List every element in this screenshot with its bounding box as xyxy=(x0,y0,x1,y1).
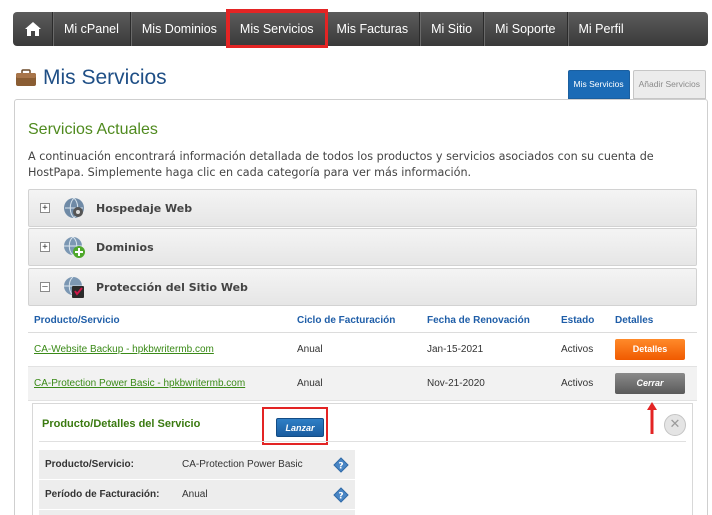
close-icon[interactable]: ✕ xyxy=(664,414,686,436)
renewal-date: Jan-15-2021 xyxy=(427,344,484,355)
status-text: Activos xyxy=(561,378,594,389)
col-estado: Estado xyxy=(561,315,595,326)
col-producto-servicio: Producto/Servicio xyxy=(34,315,120,326)
page-header: Mis Servicios xyxy=(15,66,167,90)
home-icon xyxy=(24,22,41,36)
accordion-label: Protección del Sitio Web xyxy=(96,280,248,294)
help-icon[interactable]: ? xyxy=(333,457,349,473)
nav-item-mi-cpanel[interactable]: Mi cPanel xyxy=(53,12,131,46)
col-detalles: Detalles xyxy=(615,315,654,326)
details-row: Producto/Servicio: CA-Protection Power B… xyxy=(39,450,355,480)
nav-item-mi-sitio[interactable]: Mi Sitio xyxy=(420,12,485,46)
expand-toggle[interactable]: + xyxy=(40,203,50,213)
nav-item-mi-soporte[interactable]: Mi Soporte xyxy=(484,12,568,46)
details-label: Período de Facturación: xyxy=(45,489,160,500)
details-button[interactable]: Detalles xyxy=(615,339,685,360)
tab-anadir-servicios[interactable]: Añadir Servicios xyxy=(632,70,706,99)
nav-item-mis-dominios[interactable]: Mis Dominios xyxy=(131,12,229,46)
status-text: Activos xyxy=(561,344,594,355)
product-link[interactable]: CA-Website Backup - hpkbwritermb.com xyxy=(28,344,297,355)
details-label: Producto/Servicio: xyxy=(45,459,134,470)
svg-text:?: ? xyxy=(338,462,343,472)
globe-gear-icon xyxy=(64,197,84,219)
accordion-proteccion-sitio-web[interactable]: – Protección del Sitio Web xyxy=(28,268,697,306)
accordion-hospedaje-web[interactable]: + Hospedaje Web xyxy=(28,189,697,227)
svg-text:?: ? xyxy=(338,492,343,502)
table-header: Producto/Servicio Ciclo de Facturación F… xyxy=(28,309,697,333)
nav-item-mis-facturas[interactable]: Mis Facturas xyxy=(326,12,421,46)
globe-shield-icon xyxy=(64,276,84,298)
billing-cycle: Anual xyxy=(297,378,323,389)
accordion-dominios[interactable]: + Dominios xyxy=(28,228,697,266)
section-title: Servicios Actuales xyxy=(28,121,158,138)
table-row: CA-Website Backup - hpkbwritermb.com Anu… xyxy=(28,333,697,367)
nav-item-mi-perfil[interactable]: Mi Perfil xyxy=(568,12,635,46)
collapse-toggle[interactable]: – xyxy=(40,282,50,292)
service-details-panel: Producto/Detalles del Servicio Lanzar ✕ … xyxy=(32,403,693,515)
home-button[interactable] xyxy=(13,12,53,46)
briefcase-icon xyxy=(16,69,36,86)
details-row: Período de Facturación: Anual ? xyxy=(39,480,355,510)
tab-mis-servicios[interactable]: Mis Servicios xyxy=(567,70,630,99)
product-link[interactable]: CA-Protection Power Basic - hpkbwritermb… xyxy=(28,378,297,389)
help-icon[interactable]: ? xyxy=(333,487,349,503)
globe-add-icon xyxy=(64,236,85,258)
page-title: Mis Servicios xyxy=(43,66,167,89)
services-table: Producto/Servicio Ciclo de Facturación F… xyxy=(28,309,697,401)
accordion-label: Dominios xyxy=(96,240,154,254)
details-value: CA-Protection Power Basic xyxy=(182,459,303,470)
expand-toggle[interactable]: + xyxy=(40,242,50,252)
details-title: Producto/Detalles del Servicio xyxy=(42,418,201,430)
arrow-up-icon xyxy=(647,402,657,434)
divider xyxy=(39,441,686,442)
intro-text: A continuación encontrará información de… xyxy=(28,150,654,179)
launch-button[interactable]: Lanzar xyxy=(276,418,324,437)
top-nav: Mi cPanel Mis Dominios Mis Servicios Mis… xyxy=(13,9,708,48)
table-row: CA-Protection Power Basic - hpkbwritermb… xyxy=(28,367,697,401)
details-value: Anual xyxy=(182,489,208,500)
nav-item-mis-servicios[interactable]: Mis Servicios xyxy=(225,9,328,48)
page-tabs: Mis Servicios Añadir Servicios xyxy=(565,70,706,99)
details-table: Producto/Servicio: CA-Protection Power B… xyxy=(39,450,355,515)
close-details-button[interactable]: Cerrar xyxy=(615,373,685,394)
col-fecha-renovacion: Fecha de Renovación xyxy=(427,315,530,326)
col-ciclo-facturacion: Ciclo de Facturación xyxy=(297,315,396,326)
details-row xyxy=(39,510,355,515)
billing-cycle: Anual xyxy=(297,344,323,355)
accordion-label: Hospedaje Web xyxy=(96,201,193,215)
renewal-date: Nov-21-2020 xyxy=(427,378,485,389)
